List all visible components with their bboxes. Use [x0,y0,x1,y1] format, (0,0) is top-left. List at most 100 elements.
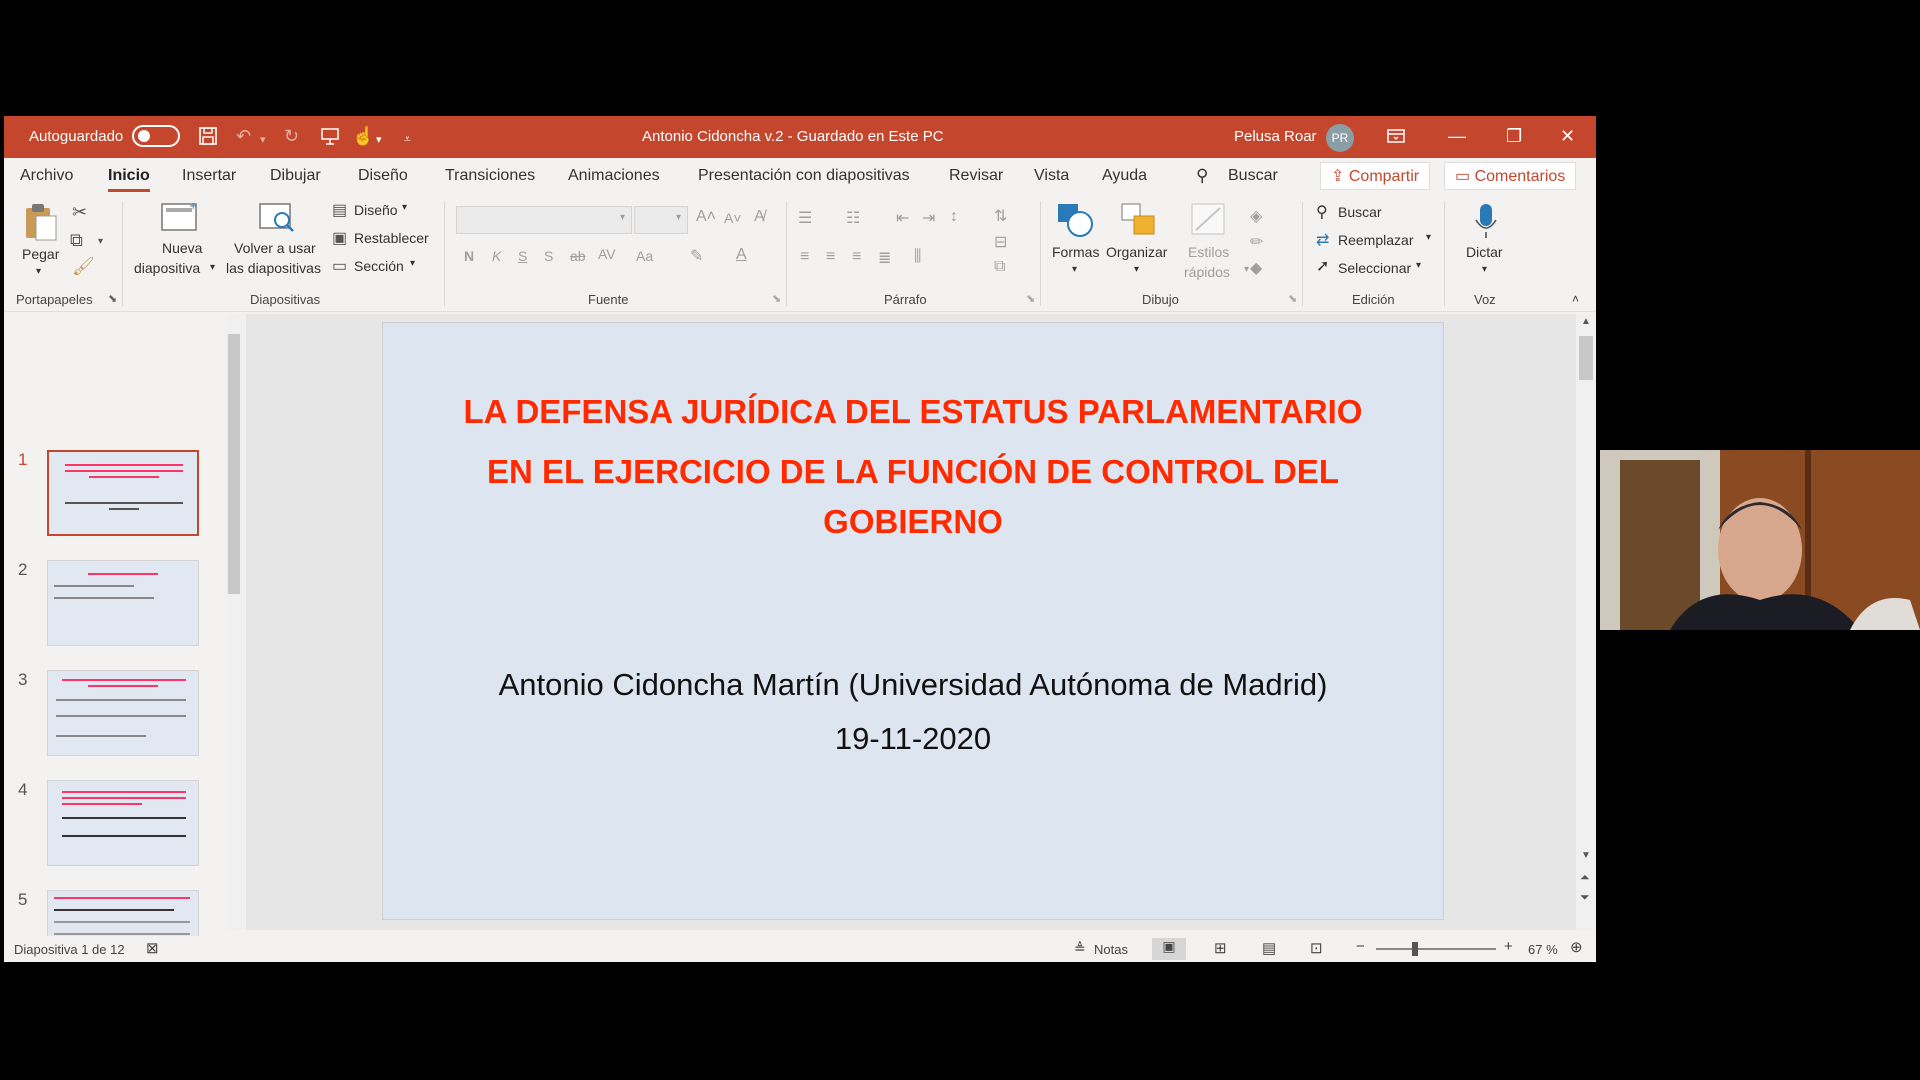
slide-title-line-2[interactable]: EN EL EJERCICIO DE LA FUNCIÓN DE CONTROL… [383,453,1443,491]
replace-label[interactable]: Reemplazar [1338,232,1413,248]
zoom-slider-handle[interactable] [1412,942,1418,956]
clear-formatting-icon[interactable]: A̸ [754,208,765,226]
text-direction-icon[interactable]: ⇅ [994,206,1007,226]
restore-icon[interactable]: ❐ [1506,126,1522,146]
tab-archivo[interactable]: Archivo [20,167,73,185]
font-name-combo[interactable] [456,206,632,234]
grow-font-icon[interactable]: A˄ [696,208,716,226]
shadow-icon[interactable]: S [544,248,553,264]
slideshow-view-icon[interactable]: ⊡ [1310,939,1323,957]
line-spacing-icon[interactable]: ↕ [950,208,958,226]
comments-button[interactable]: ▭ Comentarios [1444,162,1577,190]
replace-dropdown-icon[interactable]: ▾ [1426,232,1431,243]
scroll-down-icon[interactable]: ▼ [1581,850,1591,861]
dictate-label[interactable]: Dictar [1466,244,1503,260]
columns-icon[interactable]: ⫼ [914,248,921,266]
drawing-launcher-icon[interactable]: ⬊ [1288,292,1297,305]
touch-mode-icon[interactable]: ☝ [352,126,374,146]
thumbnail-scrollbar-thumb[interactable] [228,334,240,594]
tab-insertar[interactable]: Insertar [182,167,236,185]
slide-title-line-1[interactable]: LA DEFENSA JURÍDICA DEL ESTATUS PARLAMEN… [383,393,1443,431]
zoom-slider[interactable] [1376,942,1496,956]
highlight-icon[interactable]: ✎ [690,246,703,266]
paragraph-launcher-icon[interactable]: ⬊ [1026,292,1035,305]
cut-icon[interactable]: ✂ [72,202,87,223]
next-slide-icon[interactable]: ⏷ [1580,890,1590,905]
shrink-font-icon[interactable]: A˅ [724,210,742,226]
save-icon[interactable] [198,126,218,150]
tab-vista[interactable]: Vista [1034,167,1069,185]
select-dropdown-icon[interactable]: ▾ [1416,260,1421,271]
previous-slide-icon[interactable]: ⏶ [1580,870,1590,885]
zoom-level[interactable]: 67 % [1528,942,1558,957]
shapes-label[interactable]: Formas [1052,244,1099,260]
slide-title-line-3[interactable]: GOBIERNO [383,503,1443,541]
bullets-icon[interactable]: ☰ [798,208,812,228]
justify-icon[interactable]: ≣ [878,248,891,268]
align-text-icon[interactable]: ⊟ [994,232,1007,252]
copy-icon[interactable]: ⧉ [70,230,83,251]
share-button[interactable]: ⇪ Compartir [1320,162,1431,190]
align-right-icon[interactable]: ≡ [852,248,861,266]
editor-scrollbar[interactable]: ▲ ▼ ⏶ ⏷ [1576,314,1596,930]
reset-label[interactable]: Restablecer [354,230,429,246]
close-icon[interactable]: ✕ [1560,126,1575,146]
format-painter-icon[interactable]: 🖌 [72,256,95,277]
find-icon[interactable]: ⚲ [1316,202,1328,222]
slide-date[interactable]: 19-11-2020 [383,721,1443,757]
autosave-toggle[interactable] [132,125,180,147]
bold-icon[interactable]: N [464,248,474,264]
shape-outline-icon[interactable]: ✏ [1250,232,1263,252]
copy-dropdown-icon[interactable]: ▾ [98,236,103,247]
tab-revisar[interactable]: Revisar [949,167,1003,185]
minimize-icon[interactable]: — [1448,126,1466,146]
shapes-dropdown-icon[interactable]: ▾ [1072,264,1077,275]
tab-animaciones[interactable]: Animaciones [568,167,660,185]
change-case-icon[interactable]: Aa [636,248,653,264]
arrange-dropdown-icon[interactable]: ▾ [1134,264,1139,275]
layout-label[interactable]: Diseño [354,202,398,218]
increase-indent-icon[interactable]: ⇥ [922,208,935,228]
avatar[interactable]: PR [1326,124,1354,152]
font-size-dropdown-icon[interactable]: ▾ [676,212,681,223]
select-icon[interactable]: ➚ [1316,256,1329,276]
slide-thumbnail-4[interactable] [47,780,199,866]
collapse-ribbon-icon[interactable]: ˄ [1572,292,1579,306]
accessibility-icon[interactable]: ⊠ [146,939,159,957]
font-launcher-icon[interactable]: ⬊ [772,292,781,305]
dictate-dropdown-icon[interactable]: ▾ [1482,264,1487,275]
slide-sorter-icon[interactable]: ⊞ [1214,939,1227,957]
paste-dropdown-icon[interactable]: ▾ [36,266,41,277]
scroll-up-icon[interactable]: ▲ [1581,316,1591,327]
arrange-label[interactable]: Organizar [1106,244,1167,260]
notes-icon[interactable]: ≜ [1074,940,1086,957]
shape-effects-icon[interactable]: ◆ [1250,258,1262,278]
slide-author[interactable]: Antonio Cidoncha Martín (Universidad Aut… [383,667,1443,703]
find-label[interactable]: Buscar [1338,204,1382,220]
align-left-icon[interactable]: ≡ [800,248,809,266]
quick-styles-label-1[interactable]: Estilos [1188,244,1229,260]
clipboard-launcher-icon[interactable]: ⬊ [108,292,117,305]
layout-dropdown-icon[interactable]: ▾ [402,202,407,213]
reuse-slides-icon[interactable] [258,200,296,237]
undo-icon[interactable]: ↶ [236,126,251,146]
smartart-icon[interactable]: ⧉ [994,258,1005,276]
slide-thumbnail-2[interactable] [47,560,199,646]
tab-ayuda[interactable]: Ayuda [1102,167,1147,185]
decrease-indent-icon[interactable]: ⇤ [896,208,909,228]
new-slide-icon[interactable]: + [160,200,198,235]
start-slideshow-icon[interactable] [320,126,340,150]
font-name-dropdown-icon[interactable]: ▾ [620,212,625,223]
reuse-slides-label-2[interactable]: las diapositivas [226,260,321,276]
undo-dropdown-icon[interactable]: ▾ [260,130,266,150]
current-slide[interactable]: LA DEFENSA JURÍDICA DEL ESTATUS PARLAMEN… [382,322,1444,920]
slide-thumbnail-3[interactable] [47,670,199,756]
shapes-icon[interactable] [1056,202,1096,241]
quick-styles-label-2[interactable]: rápidos [1184,264,1230,280]
align-center-icon[interactable]: ≡ [826,248,835,266]
microphone-icon[interactable] [1474,202,1498,243]
shape-fill-icon[interactable]: ◈ [1250,206,1262,226]
section-dropdown-icon[interactable]: ▾ [410,258,415,269]
notes-button[interactable]: Notas [1094,942,1128,957]
user-name[interactable]: Pelusa Roar [1234,128,1317,145]
